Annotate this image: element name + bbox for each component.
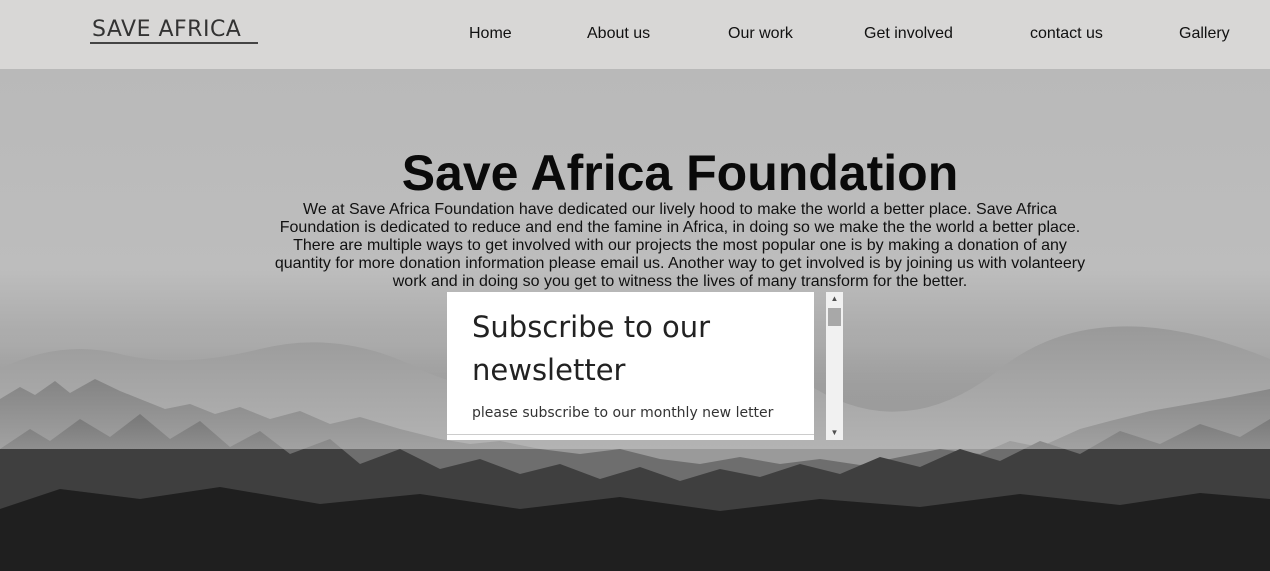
page-title: Save Africa Foundation — [401, 145, 959, 201]
nav-contact-us[interactable]: contact us — [1030, 24, 1103, 44]
divider — [447, 434, 814, 435]
nav-our-work[interactable]: Our work — [728, 24, 793, 44]
main-nav: Home About us Our work Get involved cont… — [0, 24, 1270, 44]
embed-scrollbar[interactable]: ▲ ▼ — [826, 292, 843, 440]
nav-about-us[interactable]: About us — [587, 24, 650, 44]
chevron-up-icon[interactable]: ▲ — [826, 292, 843, 306]
scrollbar-thumb[interactable] — [828, 308, 841, 326]
newsletter-subtext: please subscribe to our monthly new lett… — [472, 405, 774, 421]
chevron-down-icon[interactable]: ▼ — [826, 426, 843, 440]
site-header: SAVE AFRICA Home About us Our work Get i… — [0, 0, 1270, 69]
nav-gallery[interactable]: Gallery — [1179, 24, 1230, 44]
nav-home[interactable]: Home — [469, 24, 512, 44]
intro-paragraph: We at Save Africa Foundation have dedica… — [274, 201, 1086, 290]
newsletter-heading: Subscribe to our newsletter — [472, 310, 711, 387]
nav-get-involved[interactable]: Get involved — [864, 24, 953, 44]
newsletter-embed[interactable]: Subscribe to our newsletter please subsc… — [447, 292, 814, 440]
